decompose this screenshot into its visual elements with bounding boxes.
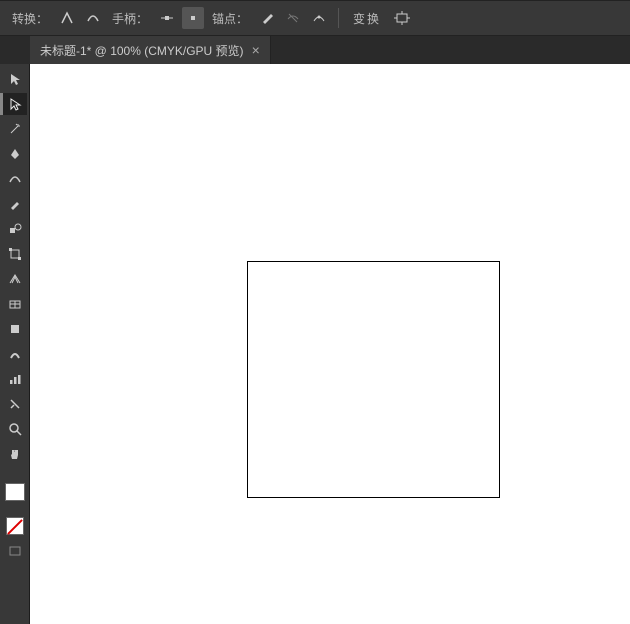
width-tool[interactable] [3, 343, 27, 365]
direct-selection-tool[interactable] [3, 93, 27, 115]
column-graph-tool[interactable] [3, 368, 27, 390]
fill-swatch[interactable] [3, 481, 27, 503]
handle-hide-icon[interactable] [182, 7, 204, 29]
slice-tool[interactable] [3, 393, 27, 415]
canvas[interactable] [30, 64, 630, 624]
pen-tool[interactable] [3, 143, 27, 165]
transform-button[interactable]: 变换 [347, 8, 387, 29]
hand-tool[interactable] [3, 443, 27, 465]
paintbrush-tool[interactable] [3, 193, 27, 215]
convert-smooth-icon[interactable] [82, 7, 104, 29]
rectangle-shape[interactable] [247, 261, 500, 498]
anchor-join-icon[interactable] [308, 7, 330, 29]
selection-tool[interactable] [3, 68, 27, 90]
tab-strip: 未标题-1* @ 100% (CMYK/GPU 预览) × [0, 36, 630, 64]
free-transform-tool[interactable] [3, 243, 27, 265]
handle-show-icon[interactable] [156, 7, 178, 29]
anchor-remove-icon[interactable] [256, 7, 278, 29]
options-bar: 转换： 手柄： 锚点： 变换 [0, 0, 630, 36]
convert-label: 转换： [12, 10, 48, 27]
zoom-tool[interactable] [3, 418, 27, 440]
mesh-tool[interactable] [3, 293, 27, 315]
curvature-tool[interactable] [3, 168, 27, 190]
toolbox [0, 64, 30, 624]
document-tab-title: 未标题-1* @ 100% (CMYK/GPU 预览) [40, 42, 244, 59]
fit-bounds-icon[interactable] [391, 7, 413, 29]
document-tab[interactable]: 未标题-1* @ 100% (CMYK/GPU 预览) × [30, 36, 271, 64]
rotate-tool[interactable] [3, 318, 27, 340]
screen-mode-icon[interactable] [3, 540, 27, 562]
magic-wand-tool[interactable] [3, 118, 27, 140]
separator [338, 8, 339, 28]
convert-corner-icon[interactable] [56, 7, 78, 29]
handle-label: 手柄： [112, 10, 148, 27]
perspective-grid-tool[interactable] [3, 268, 27, 290]
close-icon[interactable]: × [252, 42, 260, 58]
shaper-tool[interactable] [3, 218, 27, 240]
anchor-label: 锚点： [212, 10, 248, 27]
anchor-cut-icon[interactable] [282, 7, 304, 29]
stroke-none-swatch[interactable] [3, 515, 27, 537]
workspace [0, 64, 630, 624]
